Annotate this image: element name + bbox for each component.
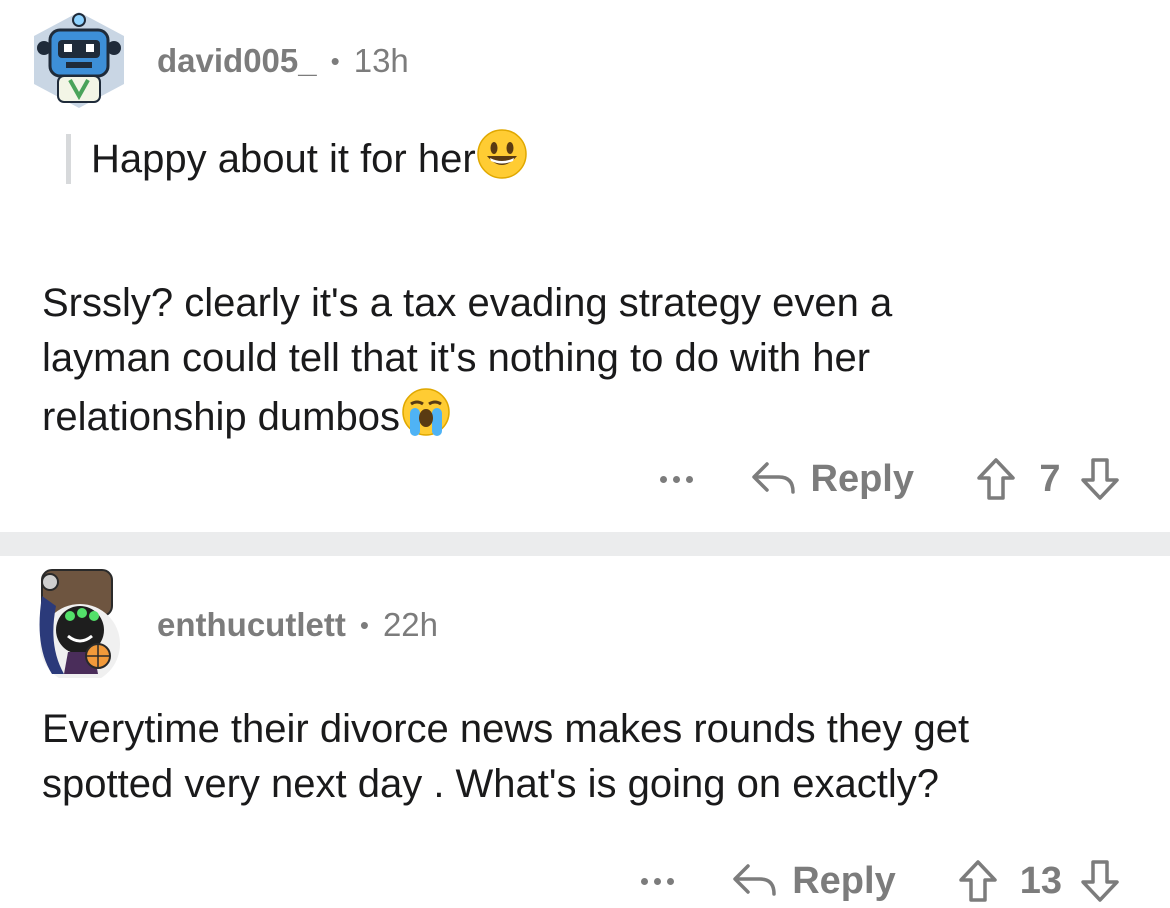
reply-button[interactable]: Reply (732, 859, 896, 903)
downvote-arrow-icon[interactable] (1080, 457, 1120, 501)
downvote-arrow-icon[interactable] (1080, 859, 1120, 903)
meta-separator: • (330, 45, 340, 76)
comment: david005_ • 13h Happy about it for her S… (0, 0, 1170, 532)
body-line: layman could tell that it's nothing to d… (42, 336, 871, 380)
comment-meta: enthucutlett • 22h (157, 606, 438, 644)
loudly-crying-face-emoji (400, 386, 452, 453)
comment-age: 13h (353, 42, 409, 79)
comment-body: Everytime their divorce news makes round… (42, 702, 969, 812)
reply-label: Reply (792, 859, 896, 902)
username[interactable]: enthucutlett (157, 606, 346, 644)
vote-score: 13 (1019, 859, 1062, 902)
reply-arrow-icon (751, 462, 795, 494)
vote-controls: 7 (976, 457, 1120, 501)
meta-separator: • (359, 609, 369, 640)
comment: enthucutlett • 22h Everytime their divor… (0, 556, 1170, 902)
quoted-text: Happy about it for her (66, 129, 528, 184)
user-avatar[interactable] (28, 4, 130, 110)
comment-body: Srssly? clearly it's a tax evading strat… (42, 276, 892, 453)
user-avatar[interactable] (28, 566, 128, 684)
more-options-icon[interactable] (641, 877, 675, 885)
upvote-arrow-icon[interactable] (958, 859, 998, 903)
comment-actions: Reply 13 (641, 854, 1120, 908)
username[interactable]: david005_ (157, 42, 317, 80)
upvote-arrow-icon[interactable] (976, 457, 1016, 501)
body-line: Everytime their divorce news makes round… (42, 707, 970, 751)
comment-actions: Reply 7 (659, 452, 1120, 506)
body-line: Srssly? clearly it's a tax evading strat… (42, 281, 893, 325)
vote-controls: 13 (958, 859, 1120, 903)
comment-separator (0, 532, 1170, 556)
comment-meta: david005_ • 13h (157, 42, 409, 80)
grinning-face-emoji (476, 128, 528, 190)
body-line-text: relationship dumbos (42, 395, 400, 440)
reply-arrow-icon (733, 864, 776, 896)
reply-label: Reply (810, 457, 914, 500)
more-options-icon[interactable] (659, 475, 693, 483)
body-line: spotted very next day . What's is going … (42, 762, 939, 806)
comment-age: 22h (382, 606, 438, 643)
quote-text: Happy about it for her (91, 136, 476, 181)
body-line: relationship dumbos (42, 386, 892, 453)
vote-score: 7 (1039, 457, 1061, 500)
reply-button[interactable]: Reply (751, 458, 914, 501)
